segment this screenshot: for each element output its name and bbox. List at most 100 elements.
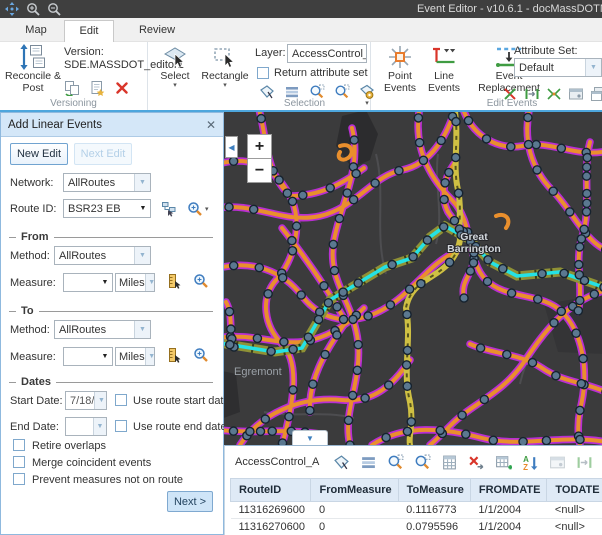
translate-measures-icon[interactable]: [576, 454, 593, 471]
network-select[interactable]: AllRoutes▼: [63, 173, 151, 192]
chevron-down-icon: ▾: [223, 82, 227, 89]
to-zoom-icon[interactable]: [193, 347, 209, 363]
next-edit-button[interactable]: Next Edit: [74, 143, 132, 165]
dates-legend: Dates: [9, 376, 213, 388]
version-label: Version:: [64, 46, 104, 58]
table-layer-name: AccessControl_A: [235, 456, 319, 468]
merge-coincident-events-label: Merge coincident events: [32, 457, 151, 469]
use-route-end-date-checkbox[interactable]: [115, 420, 127, 432]
tab-edit[interactable]: Edit: [64, 20, 114, 43]
end-date-input[interactable]: ▼: [65, 417, 107, 436]
retire-overlaps-checkbox[interactable]: [13, 439, 25, 451]
select-icon: [163, 44, 187, 70]
chevron-down-icon: ▼: [134, 247, 150, 264]
from-measure-combo[interactable]: ▼: [63, 273, 113, 292]
route-id-label: Route ID:: [10, 203, 56, 215]
from-units-select[interactable]: Miles▼: [115, 273, 155, 292]
clear-selection-icon[interactable]: [468, 454, 485, 471]
event-editor-window: Event Editor - v10.6.1 - docMassDOTM Map…: [0, 0, 602, 535]
rectangle-select-button[interactable]: Rectangle ▾: [199, 44, 251, 89]
to-units-select[interactable]: Miles▼: [115, 347, 155, 366]
collapse-table-button[interactable]: ▼: [292, 430, 328, 445]
versioning-group-label: Versioning: [0, 98, 147, 109]
merge-coincident-events-checkbox[interactable]: [13, 456, 25, 468]
column-header-fromdate[interactable]: FROMDATE: [470, 479, 547, 502]
from-method-label: Method:: [10, 250, 50, 262]
attribute-set-select[interactable]: Default ▼: [514, 58, 602, 77]
select-features-icon[interactable]: [333, 454, 350, 471]
new-version-icon[interactable]: [89, 80, 105, 96]
table-cell: 0.0795596: [398, 519, 470, 535]
field-calculator-icon[interactable]: [441, 454, 458, 471]
from-measure-on-map-icon[interactable]: [165, 273, 181, 289]
pan-icon[interactable]: [5, 2, 19, 16]
select-route-on-map-icon[interactable]: [161, 201, 177, 217]
from-method-select[interactable]: AllRoutes▼: [54, 246, 151, 265]
pan-to-selection-icon[interactable]: [414, 454, 431, 471]
start-date-input[interactable]: 7/18/▼: [65, 391, 107, 410]
map-zoom-in-button[interactable]: +: [247, 134, 272, 159]
line-events-button[interactable]: Line Events: [424, 44, 464, 94]
column-header-frommeasure[interactable]: FromMeasure: [311, 479, 398, 502]
prevent-measures-checkbox[interactable]: [13, 473, 25, 485]
delete-version-icon[interactable]: [114, 80, 130, 96]
group-versioning: Reconcile & Post Version: SDE.MASSDOT_ed…: [0, 42, 148, 110]
start-date-label: Start Date:: [10, 395, 63, 407]
zoom-in-icon[interactable]: [26, 2, 40, 16]
add-records-icon[interactable]: [495, 454, 512, 471]
select-button[interactable]: Select ▾: [153, 44, 197, 89]
map-canvas[interactable]: Egremont Great Barrington ◀ + − ▼: [224, 112, 602, 445]
tab-review[interactable]: Review: [130, 20, 184, 41]
identify-window-icon[interactable]: [549, 454, 566, 471]
table-cell: <null>: [547, 502, 602, 519]
map-zoom-out-button[interactable]: −: [247, 158, 272, 183]
column-header-todate[interactable]: TODATE: [547, 479, 602, 502]
use-route-end-date-label: Use route end date: [133, 421, 227, 433]
refresh-version-icon[interactable]: [64, 80, 80, 96]
chevron-down-icon: ▾: [173, 82, 177, 89]
zoom-to-selection-icon[interactable]: [387, 454, 404, 471]
column-header-tomeasure[interactable]: ToMeasure: [398, 479, 470, 502]
next-button[interactable]: Next >: [167, 491, 213, 512]
prevent-measures-label: Prevent measures not on route: [32, 474, 183, 486]
point-events-icon: [387, 44, 413, 70]
to-method-select[interactable]: AllRoutes▼: [54, 320, 151, 339]
return-attribute-set-checkbox[interactable]: [257, 67, 269, 79]
map-label-great: Great: [460, 231, 488, 243]
table-cell: 0.1116773: [398, 502, 470, 519]
new-edit-button[interactable]: New Edit: [10, 143, 68, 165]
collapse-panel-button[interactable]: ◀: [225, 136, 238, 158]
group-edit-events: Point Events Line Events Event Replaceme…: [372, 42, 602, 110]
select-rows-icon[interactable]: [360, 454, 377, 471]
table-row[interactable]: 11316270600 0 0.0795596 1/1/2004 <null> …: [231, 519, 602, 535]
map-graphics: Egremont Great Barrington: [224, 112, 602, 445]
chevron-down-icon: ▾: [205, 206, 209, 213]
zoom-to-route-button[interactable]: ▾: [187, 201, 209, 217]
from-zoom-icon[interactable]: [193, 273, 209, 289]
chevron-down-icon: ▼: [136, 205, 150, 212]
ribbon-tabbar: Map Edit Review: [0, 18, 602, 42]
title-bar: Event Editor - v10.6.1 - docMassDOTM: [0, 0, 602, 18]
point-events-button[interactable]: Point Events: [378, 44, 422, 94]
table-cell: <null>: [547, 519, 602, 535]
reconcile-post-button[interactable]: Reconcile & Post: [4, 44, 62, 94]
to-measure-on-map-icon[interactable]: [165, 347, 181, 363]
table-row[interactable]: 11316269600 0 0.1116773 1/1/2004 <null> …: [231, 502, 602, 519]
close-icon[interactable]: ✕: [206, 118, 216, 132]
route-id-combo[interactable]: BSR23 EB▼: [63, 199, 151, 218]
layer-select[interactable]: AccessControl_A ▼: [287, 44, 367, 63]
zoom-out-icon[interactable]: [47, 2, 61, 16]
to-measure-combo[interactable]: ▼: [63, 347, 113, 366]
sort-icon[interactable]: [522, 454, 539, 471]
reconcile-icon: [20, 44, 46, 70]
map-label-egremont: Egremont: [234, 366, 282, 378]
column-header-routeid[interactable]: RouteID: [231, 479, 311, 502]
network-label: Network:: [10, 177, 53, 189]
attribute-table: RouteID FromMeasure ToMeasure FROMDATE T…: [230, 478, 602, 535]
use-route-start-date-checkbox[interactable]: [115, 394, 127, 406]
ribbon: Reconcile & Post Version: SDE.MASSDOT_ed…: [0, 42, 602, 112]
chevron-down-icon: ▼: [145, 274, 155, 291]
chevron-down-icon: ▼: [134, 174, 150, 191]
chevron-down-icon: ▼: [145, 348, 155, 365]
tab-map[interactable]: Map: [10, 20, 62, 41]
